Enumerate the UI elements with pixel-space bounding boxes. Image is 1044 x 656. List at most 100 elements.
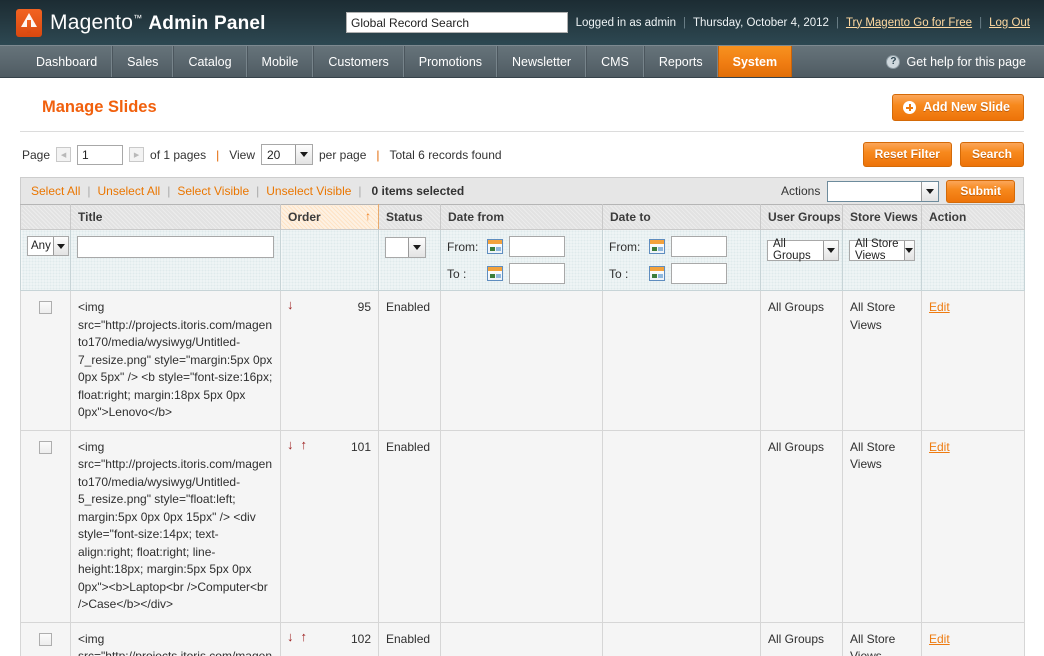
prev-page-button[interactable]: ◀ [56, 147, 72, 162]
logo-brand: Magento [50, 10, 134, 34]
row-store-views: All Store Views [842, 290, 922, 431]
filter-date-to-from-input[interactable] [671, 236, 727, 257]
filter-cell-user-groups: All Groups [760, 229, 843, 291]
global-search-input[interactable] [346, 12, 568, 33]
grid-pager: Page ◀ ▶ of 1 pages | View 20 per page |… [20, 132, 1024, 177]
sort-ascending-icon: ↑ [365, 209, 371, 223]
table-row[interactable]: <img src="http://projects.itoris.com/mag… [20, 429, 1025, 623]
column-header-status[interactable]: Status [378, 204, 441, 230]
actions-label: Actions [780, 184, 821, 198]
unselect-all-link[interactable]: Unselect All [97, 184, 160, 198]
filter-checkbox-select[interactable]: Any [27, 236, 69, 256]
move-up-icon[interactable]: ↑ [301, 630, 308, 643]
filter-date-to-to-input[interactable] [671, 263, 727, 284]
filter-store-views-select[interactable]: All Store Views [849, 238, 915, 262]
page-number-input[interactable] [77, 144, 124, 165]
row-store-views: All Store Views [842, 621, 922, 656]
help-icon: ? [886, 54, 901, 69]
row-date-from [440, 429, 603, 623]
column-header-order-label: Order [288, 210, 321, 224]
calendar-icon[interactable] [487, 239, 503, 254]
table-row[interactable]: <img src="http://projects.itoris.com/mag… [20, 290, 1025, 431]
calendar-icon[interactable] [649, 239, 665, 254]
get-help-link[interactable]: ? Get help for this page [886, 46, 1044, 77]
current-date: Thursday, October 4, 2012 [693, 16, 829, 29]
row-order-cell: ↓ ↑ 102 [280, 621, 379, 656]
column-header-action: Action [921, 204, 1025, 230]
nav-item-dashboard[interactable]: Dashboard [22, 46, 113, 77]
row-checkbox[interactable] [39, 440, 52, 454]
column-header-date-to[interactable]: Date to [602, 204, 761, 230]
row-date-from [440, 621, 603, 656]
row-order-cell: ↓ 95 [280, 290, 379, 431]
column-header-title[interactable]: Title [70, 204, 281, 230]
filter-date-to-to: To : [609, 263, 754, 284]
filter-user-groups-select[interactable]: All Groups [767, 238, 839, 262]
filter-store-views-value: All Store Views [855, 238, 899, 262]
nav-item-sales[interactable]: Sales [112, 46, 174, 77]
logout-link[interactable]: Log Out [989, 17, 1030, 29]
nav-item-system[interactable]: System [717, 46, 793, 77]
column-header-store-views[interactable]: Store Views [842, 204, 922, 230]
reset-filter-button[interactable]: Reset Filter [862, 142, 952, 167]
filter-cell-order [280, 229, 379, 291]
filter-cell-action [921, 229, 1025, 291]
massaction-bar: Select All | Unselect All | Select Visib… [20, 177, 1024, 204]
add-new-slide-button[interactable]: Add New Slide [892, 94, 1024, 121]
grid-header: Title ↑ Order Status Date from Date to U… [20, 204, 1025, 230]
pager-separator-2: | [376, 147, 380, 162]
row-order-cell: ↓ ↑ 101 [280, 429, 379, 623]
edit-link[interactable]: Edit [929, 632, 950, 646]
row-checkbox-cell [20, 621, 71, 656]
column-header-order[interactable]: ↑ Order [280, 204, 379, 230]
calendar-icon[interactable] [649, 266, 665, 281]
filter-date-from-to-input[interactable] [509, 263, 565, 284]
filter-title-input[interactable] [77, 236, 274, 258]
logged-in-label: Logged in as admin [575, 16, 676, 29]
search-button[interactable]: Search [959, 142, 1024, 167]
chevron-down-icon [903, 240, 914, 260]
select-visible-link[interactable]: Select Visible [177, 184, 249, 198]
try-magento-go-link[interactable]: Try Magento Go for Free [846, 17, 972, 29]
nav-item-newsletter[interactable]: Newsletter [497, 46, 587, 77]
column-header-user-groups[interactable]: User Groups [760, 204, 843, 230]
edit-link[interactable]: Edit [929, 300, 950, 314]
select-all-link[interactable]: Select All [31, 184, 80, 198]
row-date-from [440, 290, 603, 431]
nav-item-catalog[interactable]: Catalog [173, 46, 247, 77]
nav-item-mobile[interactable]: Mobile [246, 46, 314, 77]
actions-select[interactable] [827, 180, 940, 202]
nav-item-cms[interactable]: CMS [586, 46, 644, 77]
header-separator-1: | [683, 16, 686, 29]
filter-date-from-from-input[interactable] [509, 236, 565, 257]
move-down-icon[interactable]: ↓ [287, 438, 294, 451]
of-pages-label: of 1 pages [150, 147, 207, 162]
content-area: Manage Slides Add New Slide Page ◀ ▶ of … [0, 78, 1044, 656]
move-up-icon[interactable]: ↑ [301, 438, 308, 451]
nav-item-reports[interactable]: Reports [643, 46, 718, 77]
row-status: Enabled [378, 290, 441, 431]
per-page-select[interactable]: 20 [261, 144, 313, 165]
row-status: Enabled [378, 429, 441, 623]
calendar-icon[interactable] [487, 266, 503, 281]
chevron-down-icon [921, 181, 939, 201]
table-row[interactable]: <img src="http://projects.itoris.com/mag… [20, 621, 1025, 656]
nav-item-promotions[interactable]: Promotions [403, 46, 498, 77]
total-records-label: Total 6 records found [389, 147, 502, 162]
row-date-to [602, 290, 761, 431]
unselect-visible-link[interactable]: Unselect Visible [266, 184, 351, 198]
nav-item-customers[interactable]: Customers [313, 46, 404, 77]
filter-status-select[interactable] [385, 236, 426, 258]
edit-link[interactable]: Edit [929, 440, 950, 454]
move-down-icon[interactable]: ↓ [287, 630, 294, 643]
submit-button[interactable]: Submit [946, 179, 1015, 203]
row-checkbox[interactable] [39, 301, 52, 314]
logo[interactable]: Magento™ Admin Panel [16, 8, 346, 37]
next-page-button[interactable]: ▶ [129, 147, 145, 162]
row-checkbox[interactable] [39, 632, 52, 646]
mass-separator-1: | [87, 184, 91, 198]
mass-separator-3: | [256, 184, 260, 198]
row-title: <img src="http://projects.itoris.com/mag… [70, 429, 281, 623]
column-header-date-from[interactable]: Date from [440, 204, 603, 230]
move-down-icon[interactable]: ↓ [287, 298, 294, 311]
